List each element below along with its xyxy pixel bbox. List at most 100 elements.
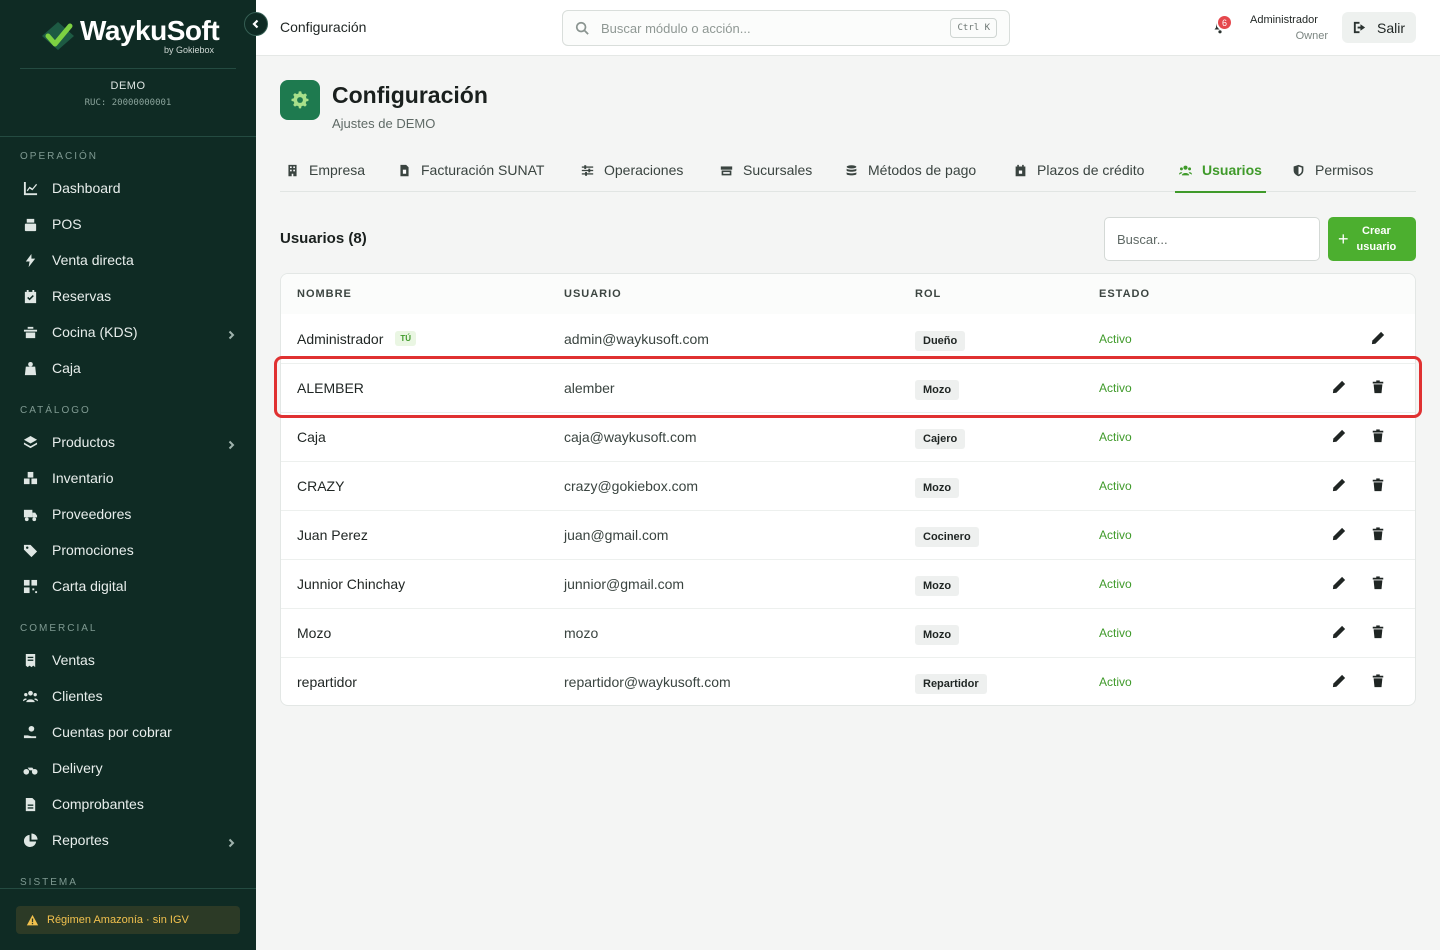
sidebar-item-cuentas-por-cobrar[interactable]: Cuentas por cobrar — [0, 714, 256, 750]
sidebar-item-pos[interactable]: POS — [0, 206, 256, 242]
sidebar-item-reportes[interactable]: Reportes — [0, 822, 256, 858]
user-name[interactable]: Administrador — [1250, 14, 1318, 26]
col-header-role: ROL — [915, 288, 942, 300]
col-header-user: USUARIO — [564, 288, 622, 300]
trash-icon — [1371, 429, 1385, 446]
tab-sucursales[interactable]: Sucursales — [720, 148, 812, 192]
role-badge: Cajero — [915, 429, 966, 449]
edit-user-button[interactable] — [1332, 527, 1348, 543]
sidebar-item-carta-digital[interactable]: Carta digital — [0, 568, 256, 604]
edit-user-button[interactable] — [1332, 478, 1348, 494]
tab-operaciones[interactable]: Operaciones — [581, 148, 683, 192]
page-subtitle: Ajustes de DEMO — [332, 116, 436, 131]
sidebar-item-cocina-kds[interactable]: Cocina (KDS) — [0, 314, 256, 350]
sidebar-item-label: Delivery — [52, 760, 103, 776]
tab-label: Plazos de crédito — [1037, 162, 1145, 178]
tab-permisos[interactable]: Permisos — [1292, 148, 1373, 192]
tab-usuarios[interactable]: Usuarios — [1175, 148, 1266, 193]
edit-user-button[interactable] — [1332, 674, 1348, 690]
status-badge: Activo — [1099, 577, 1132, 591]
user-login-cell: alember — [564, 380, 615, 396]
edit-user-button[interactable] — [1332, 429, 1348, 445]
brand-divider — [20, 68, 236, 69]
status-badge: Activo — [1099, 381, 1132, 395]
sidebar-item-comprobantes[interactable]: Comprobantes — [0, 786, 256, 822]
users-icon — [22, 688, 38, 704]
nav-section-title: SISTEMA — [20, 877, 78, 888]
layers-icon — [22, 434, 38, 450]
edit-user-button[interactable] — [1332, 576, 1348, 592]
role-cell: Cocinero — [915, 527, 979, 547]
user-login-cell: caja@waykusoft.com — [564, 429, 697, 445]
user-login-cell: mozo — [564, 625, 599, 641]
delete-user-button[interactable] — [1371, 674, 1387, 690]
collapse-sidebar-button[interactable] — [244, 12, 268, 36]
user-name-cell: Mozo — [297, 625, 331, 641]
sidebar-item-productos[interactable]: Productos — [0, 424, 256, 460]
sidebar-item-label: Reportes — [52, 832, 109, 848]
delete-user-button[interactable] — [1371, 380, 1387, 396]
sidebar-item-reservas[interactable]: Reservas — [0, 278, 256, 314]
sidebar-item-venta-directa[interactable]: Venta directa — [0, 242, 256, 278]
gear-icon — [291, 91, 309, 109]
pencil-icon — [1371, 331, 1385, 348]
sidebar: WaykuSoft by Gokiebox DEMO RUC: 20000000… — [0, 0, 256, 950]
sidebar-item-label: Caja — [52, 360, 81, 376]
tab-metodos-de-pago[interactable]: Métodos de pago — [845, 148, 976, 192]
pencil-icon — [1332, 576, 1346, 593]
sidebar-bottom-divider — [0, 888, 256, 889]
pie-chart-icon — [22, 832, 38, 848]
brand-name: WaykuSoft — [80, 15, 220, 46]
user-display-name: CRAZY — [297, 478, 345, 494]
pencil-icon — [1332, 674, 1346, 691]
status-badge: Activo — [1099, 626, 1132, 640]
delete-user-button[interactable] — [1371, 625, 1387, 641]
users-table-header: NOMBRE USUARIO ROL ESTADO — [281, 274, 1415, 314]
delete-user-button[interactable] — [1371, 576, 1387, 592]
role-badge: Dueño — [915, 330, 966, 351]
table-row: Caja caja@waykusoft.com Cajero Activo — [281, 412, 1415, 461]
users-search-input[interactable] — [1104, 217, 1320, 261]
global-search[interactable]: Buscar módulo o acción... Ctrl K — [562, 10, 1010, 46]
sidebar-item-proveedores[interactable]: Proveedores — [0, 496, 256, 532]
edit-user-button[interactable] — [1332, 625, 1348, 641]
edit-user-button[interactable] — [1371, 331, 1387, 347]
sidebar-item-caja[interactable]: Caja — [0, 350, 256, 386]
delete-user-button[interactable] — [1371, 429, 1387, 445]
sidebar-item-promociones[interactable]: Promociones — [0, 532, 256, 568]
users-icon — [1179, 165, 1192, 175]
tab-label: Empresa — [309, 162, 366, 178]
users-section-title: Usuarios (8) — [280, 230, 367, 247]
tab-empresa[interactable]: Empresa — [286, 148, 365, 192]
page-title: Configuración — [332, 82, 488, 108]
sidebar-item-ventas[interactable]: Ventas — [0, 642, 256, 678]
user-name-cell: Junnior Chinchay — [297, 576, 405, 592]
sidebar-item-delivery[interactable]: Delivery — [0, 750, 256, 786]
sidebar-item-dashboard[interactable]: Dashboard — [0, 170, 256, 206]
create-user-label-line1: Crear — [1362, 225, 1391, 237]
user-display-name: Caja — [297, 429, 326, 445]
delete-user-button[interactable] — [1371, 478, 1387, 494]
logout-label: Salir — [1377, 19, 1406, 36]
coins-icon — [846, 164, 857, 175]
tab-label: Permisos — [1315, 162, 1374, 178]
trash-icon — [1371, 625, 1385, 642]
user-name-cell: Administrador TÚ — [297, 331, 417, 347]
tab-facturacion-sunat[interactable]: Facturación SUNAT — [398, 148, 544, 192]
sidebar-item-label: Ventas — [52, 652, 95, 668]
logout-button[interactable]: Salir — [1342, 12, 1416, 43]
topbar: Configuración Buscar módulo o acción... … — [256, 0, 1440, 56]
sidebar-item-clientes[interactable]: Clientes — [0, 678, 256, 714]
create-user-button[interactable]: + Crear usuario — [1328, 217, 1416, 261]
tab-plazos-de-credito[interactable]: Plazos de crédito — [1014, 148, 1144, 192]
brand[interactable]: WaykuSoft by Gokiebox — [0, 0, 256, 68]
cash-register-icon — [22, 216, 38, 232]
delete-user-button[interactable] — [1371, 527, 1387, 543]
edit-user-button[interactable] — [1332, 380, 1348, 396]
sidebar-item-inventario[interactable]: Inventario — [0, 460, 256, 496]
sidebar-item-label: Cuentas por cobrar — [52, 724, 172, 740]
status-badge: Activo — [1099, 331, 1132, 346]
status-badge: Activo — [1099, 479, 1132, 493]
pencil-icon — [1332, 478, 1346, 495]
settings-tabs: Empresa Facturación SUNAT Operaciones Sucur… — [280, 148, 1416, 193]
